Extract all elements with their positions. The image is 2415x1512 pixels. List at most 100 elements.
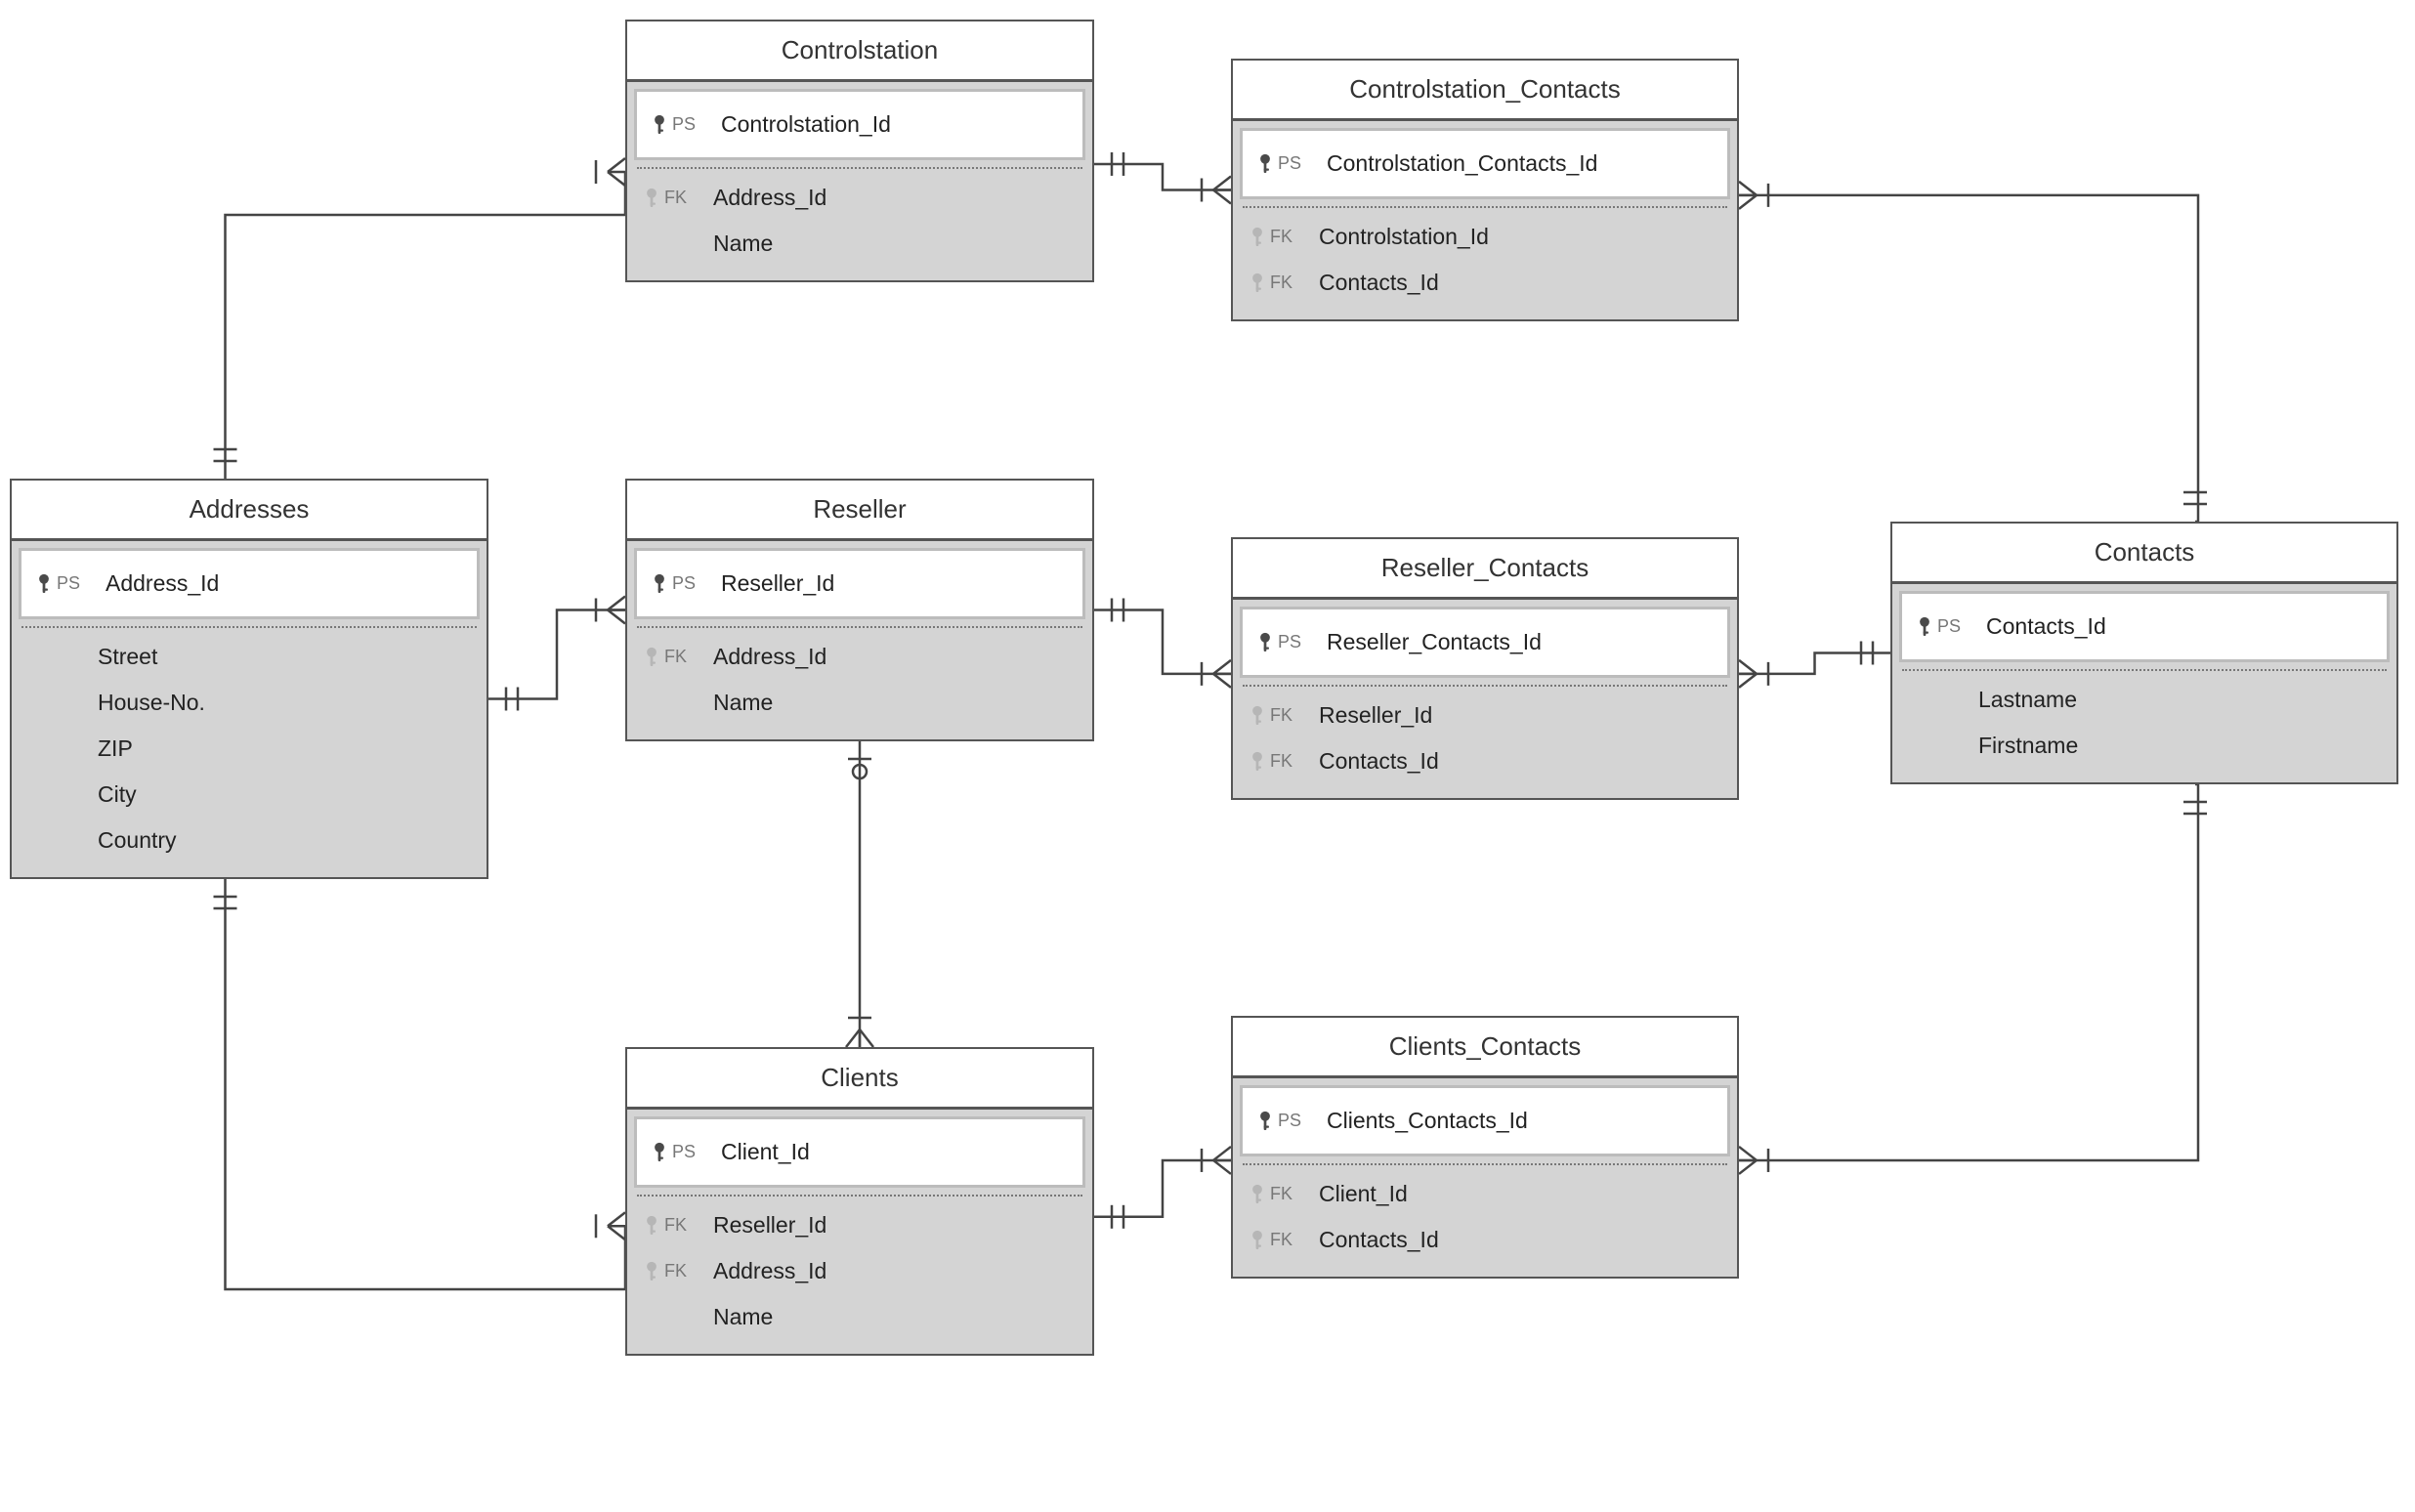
pk-name: Reseller_Id: [721, 570, 834, 597]
key-icon: [1256, 630, 1274, 655]
attr-name: Controlstation_Id: [1319, 224, 1489, 250]
key-tag: PS: [672, 114, 696, 135]
key-tag: FK: [1270, 705, 1292, 726]
key-icon: [1249, 271, 1266, 296]
attr-name: Reseller_Id: [713, 1212, 826, 1239]
pk-row: PS Clients_Contacts_Id: [1243, 1088, 1727, 1154]
attr-name: City: [98, 781, 137, 808]
attr-name: Address_Id: [713, 644, 826, 670]
pk-name: Controlstation_Id: [721, 111, 891, 138]
attr-name: Name: [713, 690, 773, 716]
key-tag: PS: [57, 573, 80, 594]
entity-title: Reseller: [627, 481, 1092, 541]
key-tag: PS: [1937, 616, 1961, 637]
pk-row: PS Controlstation_Contacts_Id: [1243, 131, 1727, 196]
key-tag: FK: [664, 1261, 687, 1281]
key-tag: FK: [664, 1215, 687, 1236]
entity-title: Controlstation_Contacts: [1233, 61, 1737, 121]
attr-row: FK Contacts_Id: [1243, 738, 1727, 784]
key-icon: [1249, 1182, 1266, 1207]
key-tag: PS: [1278, 153, 1301, 174]
attr-row: Street: [21, 634, 477, 680]
entity-title: Reseller_Contacts: [1233, 539, 1737, 600]
attr-name: Address_Id: [713, 185, 826, 211]
entity-controlstation_contacts: Controlstation_Contacts PS Controlstatio…: [1231, 59, 1739, 321]
key-tag: PS: [1278, 632, 1301, 652]
key-tag: FK: [1270, 227, 1292, 247]
entity-clients_contacts: Clients_Contacts PS Clients_Contacts_Id …: [1231, 1016, 1739, 1279]
key-icon: [651, 571, 668, 597]
key-tag: PS: [1278, 1111, 1301, 1131]
key-icon: [1256, 1109, 1274, 1134]
attr-name: Contacts_Id: [1319, 748, 1439, 775]
pk-row: PS Reseller_Id: [637, 551, 1082, 616]
pk-row: PS Client_Id: [637, 1119, 1082, 1185]
pk-row: PS Address_Id: [21, 551, 477, 616]
key-icon: [1249, 749, 1266, 775]
key-icon: [35, 571, 53, 597]
entity-contacts: Contacts PS Contacts_Id Lastname Firs: [1890, 522, 2398, 784]
key-tag: PS: [672, 1142, 696, 1162]
key-icon: [643, 1213, 660, 1239]
entity-addresses: Addresses PS Address_Id Street House-: [10, 479, 488, 879]
key-icon: [643, 186, 660, 211]
attr-name: Country: [98, 827, 177, 854]
key-icon: [1249, 703, 1266, 729]
attr-row: Country: [21, 818, 477, 863]
attr-row: Name: [637, 221, 1082, 267]
key-tag: FK: [664, 188, 687, 208]
attr-row: FK Reseller_Id: [1243, 693, 1727, 738]
key-tag: FK: [1270, 751, 1292, 772]
attr-row: Firstname: [1902, 723, 2387, 769]
attr-row: FK Address_Id: [637, 1248, 1082, 1294]
attr-row: Name: [637, 1294, 1082, 1340]
entity-clients: Clients PS Client_Id FK Reseller_Id: [625, 1047, 1094, 1356]
key-tag: FK: [1270, 1230, 1292, 1250]
attr-row: FK Reseller_Id: [637, 1202, 1082, 1248]
key-icon: [1249, 225, 1266, 250]
attr-name: House-No.: [98, 690, 205, 716]
entity-title: Controlstation: [627, 21, 1092, 82]
key-icon: [643, 1259, 660, 1284]
attr-name: Lastname: [1978, 687, 2077, 713]
attr-row: ZIP: [21, 726, 477, 772]
attr-name: Address_Id: [713, 1258, 826, 1284]
pk-name: Clients_Contacts_Id: [1327, 1108, 1528, 1134]
attr-row: House-No.: [21, 680, 477, 726]
key-icon: [643, 645, 660, 670]
attr-row: FK Address_Id: [637, 634, 1082, 680]
pk-row: PS Controlstation_Id: [637, 92, 1082, 157]
key-icon: [651, 112, 668, 138]
attr-name: Client_Id: [1319, 1181, 1408, 1207]
entity-title: Clients_Contacts: [1233, 1018, 1737, 1078]
attr-name: Name: [713, 1304, 773, 1330]
pk-row: PS Reseller_Contacts_Id: [1243, 609, 1727, 675]
attr-name: Street: [98, 644, 157, 670]
attr-row: FK Contacts_Id: [1243, 260, 1727, 306]
attr-row: Lastname: [1902, 677, 2387, 723]
attr-row: FK Contacts_Id: [1243, 1217, 1727, 1263]
attr-name: ZIP: [98, 735, 133, 762]
pk-name: Contacts_Id: [1986, 613, 2106, 640]
attr-name: Reseller_Id: [1319, 702, 1432, 729]
attr-row: City: [21, 772, 477, 818]
entity-controlstation: Controlstation PS Controlstation_Id FK A…: [625, 20, 1094, 282]
attr-row: FK Address_Id: [637, 175, 1082, 221]
key-icon: [651, 1140, 668, 1165]
entity-title: Clients: [627, 1049, 1092, 1110]
attr-name: Firstname: [1978, 733, 2078, 759]
attr-row: Name: [637, 680, 1082, 726]
pk-name: Client_Id: [721, 1139, 810, 1165]
entity-reseller: Reseller PS Reseller_Id FK Address_Id: [625, 479, 1094, 741]
key-tag: FK: [664, 647, 687, 667]
pk-name: Address_Id: [106, 570, 219, 597]
er-diagram: Controlstation PS Controlstation_Id FK A…: [0, 0, 2415, 1512]
attr-row: FK Client_Id: [1243, 1171, 1727, 1217]
pk-name: Controlstation_Contacts_Id: [1327, 150, 1597, 177]
attr-name: Contacts_Id: [1319, 270, 1439, 296]
attr-name: Name: [713, 231, 773, 257]
key-icon: [1249, 1228, 1266, 1253]
entity-reseller_contacts: Reseller_Contacts PS Reseller_Contacts_I…: [1231, 537, 1739, 800]
key-tag: FK: [1270, 1184, 1292, 1204]
entity-title: Contacts: [1892, 524, 2396, 584]
